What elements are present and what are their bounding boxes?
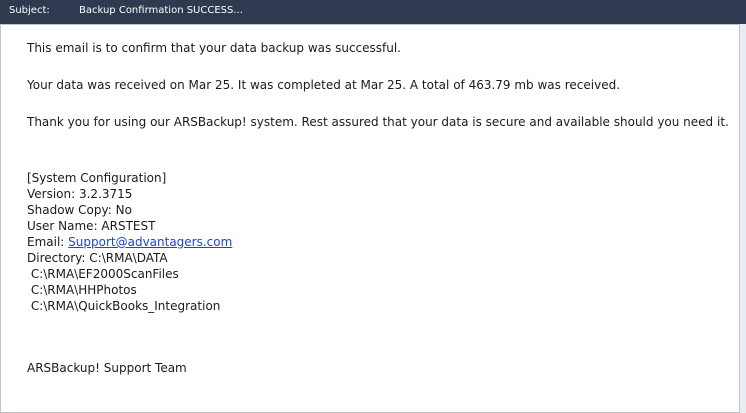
thanks-text: Thank you for using our ARSBackup! syste… [27,115,729,129]
config-directory-4: C:\RMA\QuickBooks_Integration [27,299,221,313]
config-email-label: Email: [27,235,69,249]
scrollbar[interactable] [740,24,746,413]
system-configuration: [System Configuration] Version: 3.2.3715… [27,170,232,314]
config-directory-2: C:\RMA\EF2000ScanFiles [27,267,179,281]
config-directory: Directory: C:\RMA\DATA [27,251,168,265]
subject-value: Backup Confirmation SUCCESS... [79,5,243,16]
config-directory-3: C:\RMA\HHPhotos [27,283,137,297]
subject-label: Subject: [9,5,50,16]
signature: ARSBackup! Support Team [27,361,187,375]
config-shadow-copy: Shadow Copy: No [27,203,132,217]
config-email: Email: Support@advantagers.com [27,234,232,250]
confirm-text: This email is to confirm that your data … [27,41,401,55]
config-user-name: User Name: ARSTEST [27,219,156,233]
received-text: Your data was received on Mar 25. It was… [27,78,621,92]
support-email-link[interactable]: Support@advantagers.com [68,235,232,249]
config-heading: [System Configuration] [27,171,167,185]
config-version: Version: 3.2.3715 [27,187,133,201]
message-header: Subject: Backup Confirmation SUCCESS... [0,0,746,24]
